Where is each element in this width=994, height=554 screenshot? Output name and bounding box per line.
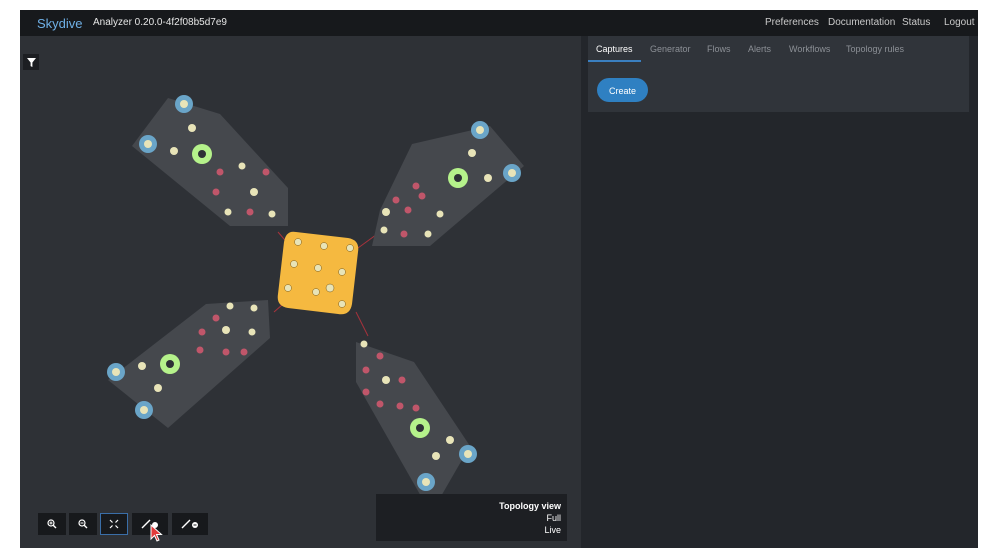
topology-view-title: Topology view <box>499 501 561 511</box>
topology-filter-label: Full <box>546 513 561 523</box>
center-node-group[interactable] <box>277 231 359 315</box>
active-tab-indicator <box>588 60 641 62</box>
top-navbar: Skydive Analyzer 0.20.0-4f2f08b5d7e9 Pre… <box>20 10 978 36</box>
zoom-in-button[interactable] <box>38 513 66 535</box>
tab-workflows[interactable]: Workflows <box>789 44 830 54</box>
collapse-all-button[interactable] <box>172 513 208 535</box>
namespace-group[interactable] <box>132 95 288 226</box>
nav-logout[interactable]: Logout <box>944 17 975 28</box>
namespace-group[interactable] <box>356 340 477 499</box>
zoom-out-icon <box>78 519 88 529</box>
app-window: Skydive Analyzer 0.20.0-4f2f08b5d7e9 Pre… <box>20 10 978 548</box>
zoom-in-icon <box>47 519 57 529</box>
tab-alerts[interactable]: Alerts <box>748 44 771 54</box>
mouse-cursor-icon <box>150 524 163 542</box>
topology-mode-label: Live <box>544 525 561 535</box>
nav-preferences[interactable]: Preferences <box>765 17 819 28</box>
create-capture-button[interactable]: Create <box>597 78 648 102</box>
brand-logo[interactable]: Skydive <box>37 16 83 31</box>
fit-icon <box>109 519 119 529</box>
namespace-group[interactable] <box>372 121 524 246</box>
tab-topology-rules[interactable]: Topology rules <box>846 44 904 54</box>
zoom-out-button[interactable] <box>69 513 97 535</box>
nav-status[interactable]: Status <box>902 17 930 28</box>
tab-flows[interactable]: Flows <box>707 44 731 54</box>
zoom-fit-button[interactable] <box>100 513 128 535</box>
side-panel: Captures Generator Flows Alerts Workflow… <box>588 36 969 112</box>
collapse-icon <box>181 519 198 529</box>
topology-canvas[interactable] <box>20 36 581 548</box>
panel-tabs: Captures Generator Flows Alerts Workflow… <box>588 36 969 62</box>
tab-generator[interactable]: Generator <box>650 44 691 54</box>
topology-view-info: Topology view Full Live <box>376 494 567 541</box>
namespace-group[interactable] <box>107 300 270 428</box>
tab-captures[interactable]: Captures <box>596 44 633 54</box>
version-label: Analyzer 0.20.0-4f2f08b5d7e9 <box>93 17 227 28</box>
topology-graph[interactable] <box>20 36 581 548</box>
filter-icon[interactable] <box>23 54 39 70</box>
nav-documentation[interactable]: Documentation <box>828 17 895 28</box>
